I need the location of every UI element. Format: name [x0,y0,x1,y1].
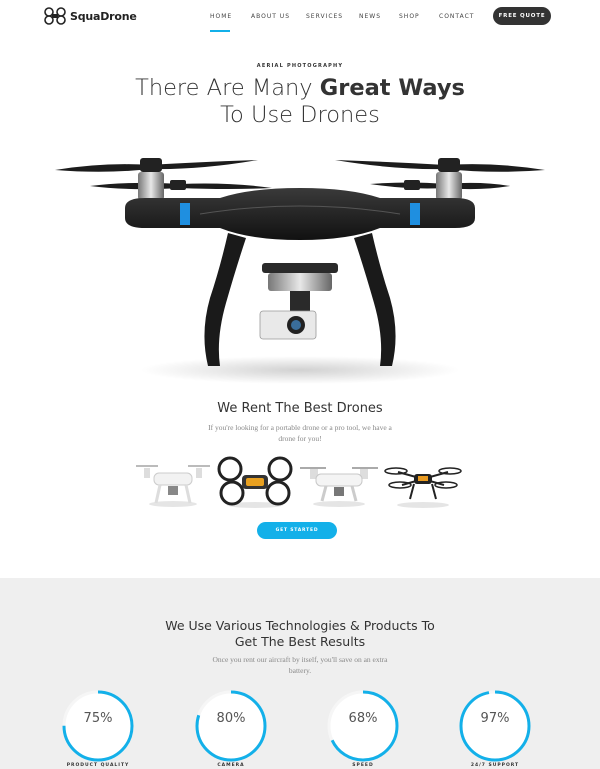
nav-news[interactable]: NEWS [359,13,381,20]
nav-shop[interactable]: SHOP [399,13,420,20]
rent-section-title: We Rent The Best Drones [217,401,383,416]
drone-thumbnail-2[interactable] [214,455,296,510]
rent-section-text: If you're looking for a portable drone o… [208,423,392,443]
stat-camera: 80% CAMERA [191,686,271,769]
nav-active-indicator [210,30,230,32]
tech-title-line1: We Use Various Technologies & Products T… [165,618,435,633]
hero-title: There Are Many Great Ways To Use Drones [0,75,600,129]
stat-product-quality: 75% PRODUCT QUALITY [58,686,138,769]
tech-title-line2: Get The Best Results [234,634,366,649]
drone-thumbnail-4[interactable] [382,455,464,510]
technologies-section: We Use Various Technologies & Products T… [0,578,600,769]
stat-label: CAMERA [217,763,245,768]
hero-title-line2: To Use Drones [220,102,380,128]
progress-ring [327,690,399,762]
progress-ring [459,690,531,762]
drone-thumbnail-3[interactable] [298,455,380,510]
stat-speed: 68% SPEED [323,686,403,769]
tech-section-title: We Use Various Technologies & Products T… [0,618,600,650]
stat-value: 68% [348,711,378,726]
drone-thumbnail-1[interactable] [132,455,214,510]
tech-section-text: Once you rent our aircraft by itself, yo… [212,655,388,675]
stat-label: 24/7 SUPPORT [470,763,520,768]
site-header: SquaDrone HOME ABOUT US SERVICES NEWS SH… [0,0,600,34]
stat-value: 80% [216,711,246,726]
stat-label: SPEED [352,763,374,768]
nav-services[interactable]: SERVICES [306,13,343,20]
progress-ring [195,690,267,762]
nav-about-us[interactable]: ABOUT US [251,13,290,20]
progress-ring [62,690,134,762]
hero-title-bold: Great Ways [319,75,465,101]
stat-label: PRODUCT QUALITY [66,763,130,768]
hero-eyebrow: AERIAL PHOTOGRAPHY [256,63,344,69]
hero-title-plain: There Are Many [135,75,320,101]
nav-contact[interactable]: CONTACT [439,13,474,20]
drone-thumbnails [0,455,600,510]
hero-drone-image [55,158,545,384]
stat-support: 97% 24/7 SUPPORT [455,686,535,769]
stat-value: 75% [83,711,113,726]
stat-value: 97% [480,711,510,726]
get-started-button[interactable]: GET STARTED [257,522,337,539]
nav-home[interactable]: HOME [210,13,232,20]
free-quote-button[interactable]: FREE QUOTE [493,7,551,25]
